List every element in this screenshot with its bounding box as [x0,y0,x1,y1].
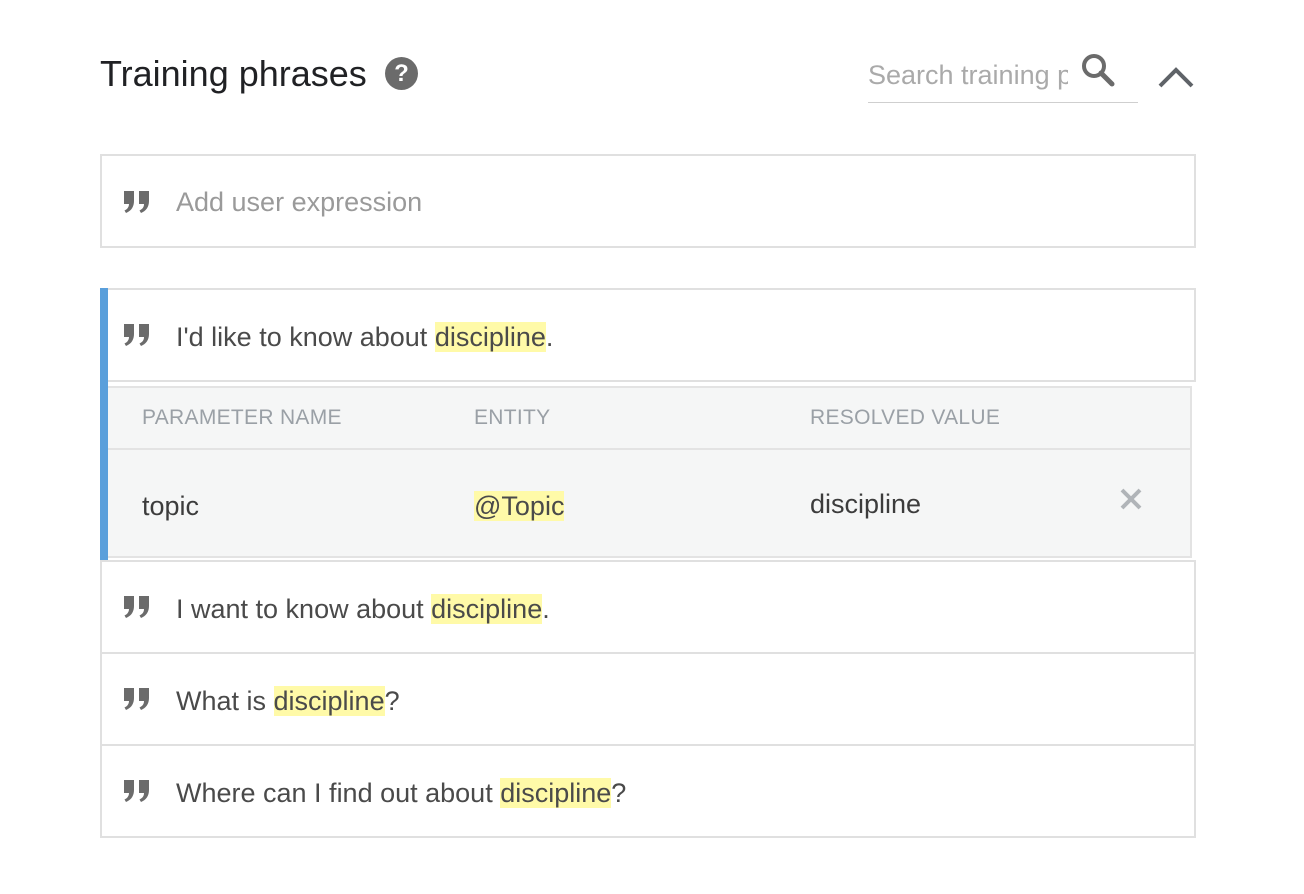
section-title: Training phrases [100,53,367,94]
phrase-text[interactable]: What is discipline? [176,681,400,721]
column-header-parameter-name: PARAMETER NAME [142,406,342,429]
quote-icon [124,191,149,213]
chevron-up-icon[interactable] [1156,60,1196,94]
search-input[interactable] [868,56,1068,94]
add-expression-box [100,154,1196,248]
active-phrase-indicator [100,288,108,562]
phrase-text[interactable]: I want to know about discipline. [176,589,550,629]
phrase-row[interactable]: Where can I find out about discipline? [100,744,1196,838]
add-expression-input[interactable] [176,182,1076,222]
close-icon[interactable] [1118,486,1144,512]
parameter-name-cell[interactable]: topic [142,488,199,524]
quote-icon [124,596,149,618]
phrase-row[interactable]: I want to know about discipline. [100,560,1196,654]
question-circle-icon[interactable]: ? [385,57,418,90]
entity-cell[interactable]: @Topic [474,488,565,524]
search-field [868,52,1138,103]
phrase-text[interactable]: Where can I find out about discipline? [176,773,626,813]
phrase-text[interactable]: I'd like to know about discipline. [176,317,553,357]
phrase-row[interactable]: What is discipline? [100,652,1196,746]
entity-annotation[interactable]: discipline [500,778,612,808]
quote-icon [124,324,149,346]
parameter-table: PARAMETER NAME ENTITY RESOLVED VALUE top… [108,386,1192,558]
quote-icon [124,688,149,710]
entity-annotation[interactable]: discipline [273,686,385,716]
entity-annotation[interactable]: discipline [434,322,546,352]
phrase-row[interactable]: I'd like to know about discipline. [100,288,1196,382]
training-phrases-section: Training phrases ? I'd like to know abou… [0,0,1304,894]
entity-annotation[interactable]: discipline [431,594,543,624]
parameter-table-header: PARAMETER NAME ENTITY RESOLVED VALUE [108,388,1190,450]
quote-icon [124,780,149,802]
search-icon[interactable] [1080,52,1116,88]
column-header-resolved-value: RESOLVED VALUE [810,406,1001,429]
column-header-entity: ENTITY [474,406,551,429]
resolved-value-cell[interactable]: discipline [810,486,921,522]
